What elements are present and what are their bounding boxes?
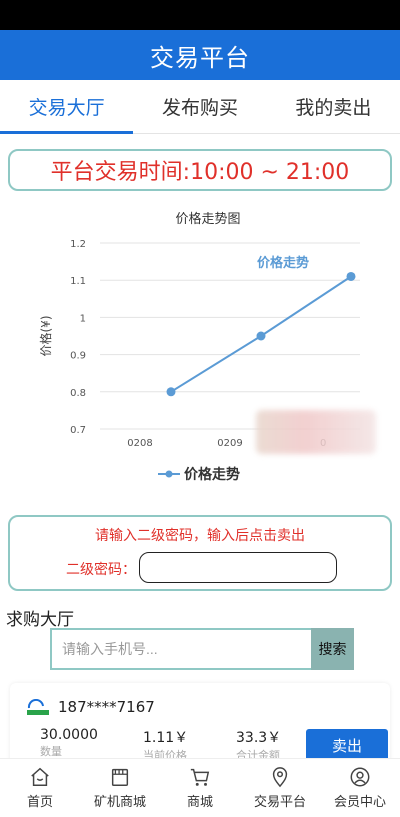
nav-mall-label: 商城: [186, 795, 213, 810]
home-icon: [31, 767, 49, 786]
app-header: 交易平台: [0, 30, 400, 80]
phone-search: 搜索: [50, 628, 354, 670]
tab-trading-hall[interactable]: 交易大厅: [0, 80, 134, 134]
data-point: [166, 387, 176, 397]
trading-hours-text: 平台交易时间:10:00 ~ 21:00: [50, 160, 350, 185]
price-chart: 价格走势图 1.21.110.90.80.7 020802090 价格(¥) 价…: [30, 199, 370, 504]
quantity-value: 30.0000: [40, 727, 98, 743]
nav-trading-platform-label: 交易平台: [253, 795, 306, 810]
order-quantity: 30.0000 数量: [40, 727, 98, 759]
y-tick-label: 0.7: [70, 425, 86, 436]
total-value: 33.3￥: [236, 730, 282, 746]
nav-mall[interactable]: 商城: [160, 759, 240, 817]
sell-button[interactable]: 卖出: [306, 729, 388, 761]
y-tick-label: 1.1: [70, 276, 86, 287]
y-axis-label: 价格(¥): [38, 316, 53, 357]
password-label: 二级密码：: [66, 562, 136, 578]
tab-my-sales[interactable]: 我的卖出: [267, 80, 400, 133]
nav-member-center-label: 会员中心: [333, 795, 386, 810]
secondary-password-panel: 请输入二级密码，输入后点击卖出 二级密码：: [8, 515, 392, 591]
trading-hours-banner: 平台交易时间:10:00 ~ 21:00: [8, 149, 392, 191]
price-chart-svg: 价格走势图 1.21.110.90.80.7 020802090 价格(¥) 价…: [38, 211, 360, 483]
nav-home-label: 首页: [26, 795, 53, 810]
series-annotation: 价格走势: [257, 255, 309, 271]
price-value: 1.11￥: [143, 730, 189, 746]
user-icon: [350, 767, 370, 787]
nav-trading-platform[interactable]: 交易平台: [240, 759, 320, 817]
data-point: [346, 271, 356, 281]
status-bar: [0, 0, 400, 30]
tab-publish-purchase[interactable]: 发布购买: [133, 80, 266, 133]
buy-hall-title: 求购大厅: [6, 610, 74, 630]
location-icon: [272, 767, 288, 788]
seller-phone: 187****7167: [58, 698, 155, 716]
secondary-password-input[interactable]: [139, 552, 337, 583]
nav-home[interactable]: 首页: [0, 759, 80, 817]
x-tick-label: 0208: [127, 438, 152, 449]
y-tick-label: 0.9: [70, 351, 86, 362]
store-icon: [111, 768, 129, 786]
cart-icon: [190, 768, 210, 786]
nav-member-center[interactable]: 会员中心: [320, 759, 400, 817]
quantity-label: 数量: [40, 745, 62, 758]
y-tick-label: 0.8: [70, 388, 86, 399]
seller-logo-icon: [27, 699, 49, 715]
chart-title: 价格走势图: [175, 211, 240, 227]
y-tick-label: 1: [80, 313, 86, 324]
tab-bar: 交易大厅 发布购买 我的卖出: [0, 80, 400, 134]
chart-series: [166, 271, 356, 397]
nav-miner-store[interactable]: 矿机商城: [80, 759, 160, 817]
y-axis-ticks: 1.2 1.1 1 0.9 0.8 0.7: [70, 239, 86, 436]
chart-grid: [100, 242, 360, 430]
data-point: [256, 331, 266, 341]
legend-label: 价格走势: [184, 466, 240, 483]
nav-miner-store-label: 矿机商城: [93, 795, 146, 810]
x-tick-label: 0209: [217, 438, 242, 449]
legend-marker: [165, 470, 173, 478]
blurred-overlay: [256, 410, 376, 454]
password-hint: 请输入二级密码，输入后点击卖出: [95, 528, 305, 544]
phone-search-input[interactable]: [50, 628, 311, 670]
chart-legend: 价格走势: [158, 466, 240, 483]
bottom-nav: 首页 矿机商城 商城 交易平台 会员中心: [0, 758, 400, 817]
y-tick-label: 1.2: [70, 239, 86, 250]
page-title: 交易平台: [150, 43, 250, 72]
search-button[interactable]: 搜索: [311, 628, 354, 670]
